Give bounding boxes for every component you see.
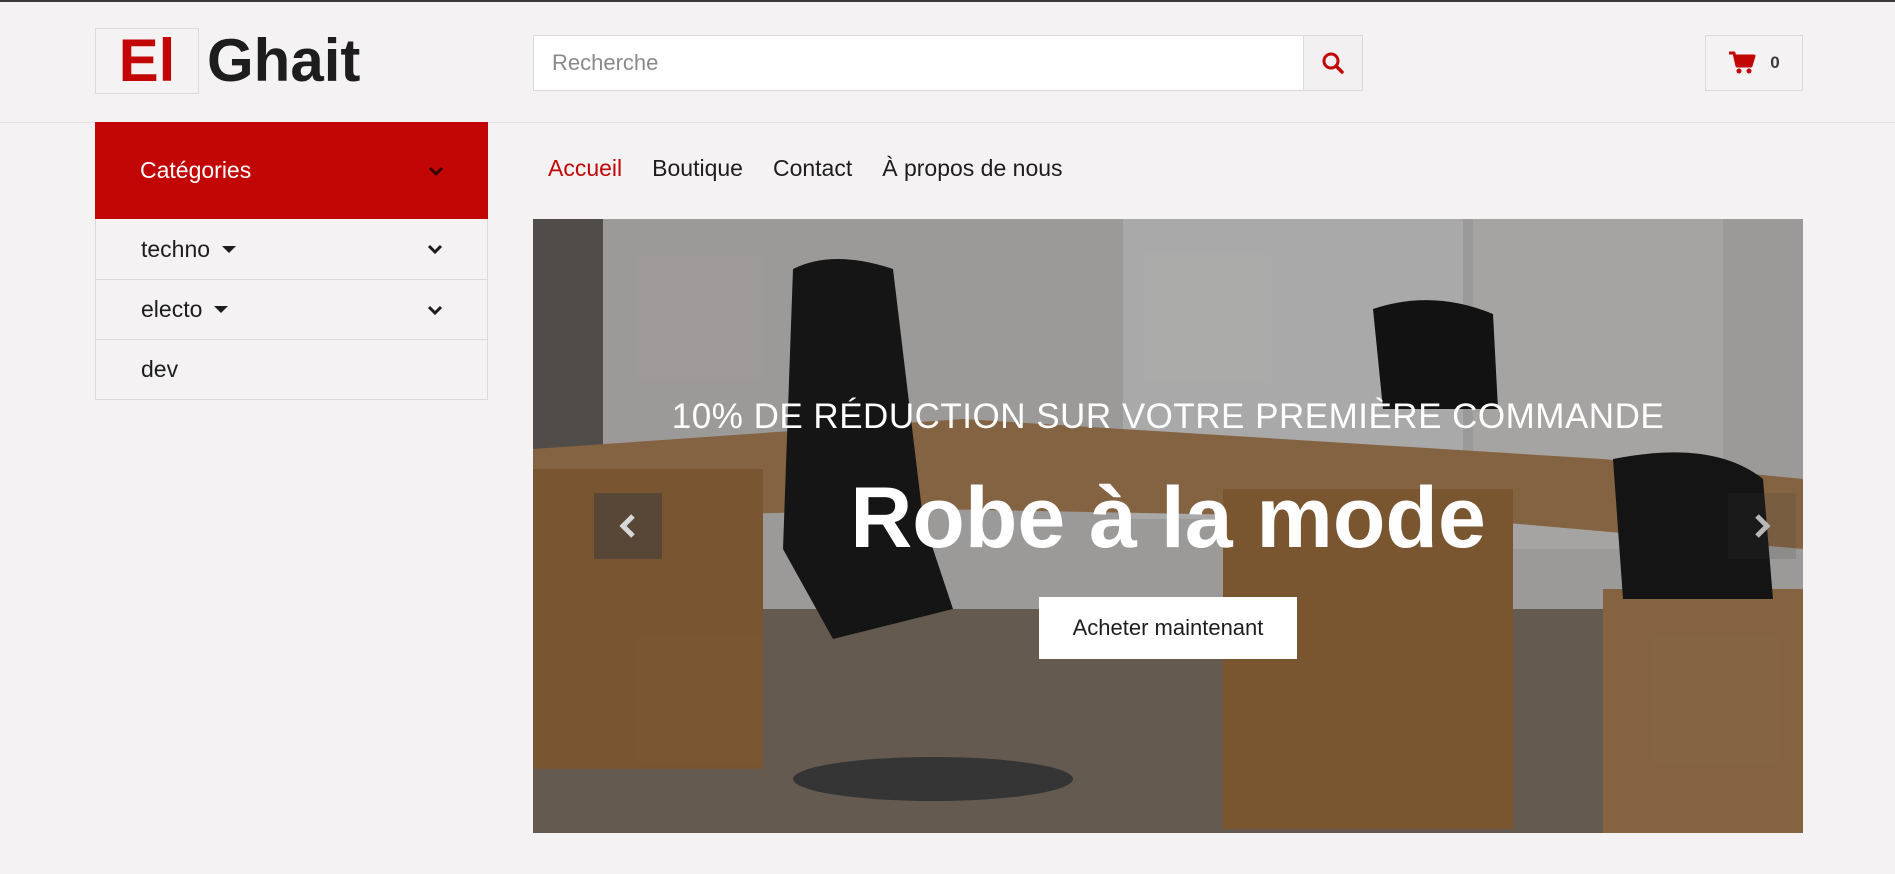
category-label: dev bbox=[141, 356, 179, 382]
hero-carousel: 10% DE RÉDUCTION SUR VOTRE PREMIÈRE COMM… bbox=[533, 219, 1803, 833]
main-nav: Accueil Boutique Contact À propos de nou… bbox=[548, 155, 1063, 182]
search-bar bbox=[533, 35, 1363, 91]
category-item-techno[interactable]: techno bbox=[96, 219, 487, 279]
shopping-cart-icon bbox=[1729, 51, 1756, 74]
chevron-down-icon bbox=[428, 166, 444, 176]
logo-first-word: El bbox=[95, 28, 199, 94]
chevron-right-icon bbox=[1755, 514, 1771, 538]
nav-link-contact[interactable]: Contact bbox=[773, 155, 852, 182]
category-label: electo bbox=[141, 296, 203, 322]
chevron-left-icon bbox=[619, 514, 635, 538]
caret-down-icon bbox=[222, 245, 237, 253]
categories-toggle[interactable]: Catégories bbox=[95, 122, 488, 219]
chevron-down-icon[interactable] bbox=[427, 243, 443, 255]
cart-count: 0 bbox=[1770, 53, 1780, 72]
nav-link-a-propos[interactable]: À propos de nous bbox=[882, 155, 1062, 182]
hero-title: Robe à la mode bbox=[850, 470, 1486, 566]
shop-now-button[interactable]: Acheter maintenant bbox=[1039, 597, 1297, 659]
chevron-down-icon[interactable] bbox=[427, 304, 443, 316]
site-logo[interactable]: El Ghait bbox=[95, 28, 360, 94]
categories-list: techno electo dev bbox=[95, 219, 488, 400]
nav-link-boutique[interactable]: Boutique bbox=[652, 155, 743, 182]
category-item-electo[interactable]: electo bbox=[96, 279, 487, 339]
nav-link-accueil[interactable]: Accueil bbox=[548, 155, 622, 182]
carousel-next-button[interactable] bbox=[1728, 493, 1796, 559]
categories-sidebar: Catégories techno electo dev bbox=[95, 122, 488, 400]
caret-down-icon bbox=[214, 306, 229, 313]
category-item-dev[interactable]: dev bbox=[96, 339, 487, 399]
site-header: El Ghait 0 bbox=[0, 2, 1895, 123]
cart-button[interactable]: 0 bbox=[1705, 35, 1803, 91]
search-button[interactable] bbox=[1303, 35, 1363, 91]
search-input[interactable] bbox=[533, 35, 1303, 91]
categories-title: Catégories bbox=[140, 157, 252, 183]
carousel-prev-button[interactable] bbox=[594, 493, 662, 559]
search-icon bbox=[1322, 52, 1344, 74]
category-label: techno bbox=[141, 235, 211, 262]
logo-second-word: Ghait bbox=[207, 27, 361, 94]
hero-subtitle: 10% DE RÉDUCTION SUR VOTRE PREMIÈRE COMM… bbox=[671, 397, 1665, 436]
